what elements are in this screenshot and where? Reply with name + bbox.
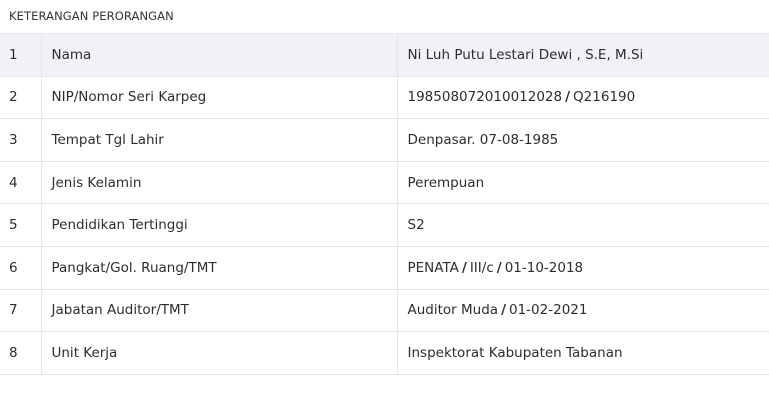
row-label: NIP/Nomor Seri Karpeg (41, 75, 398, 120)
row-number: 8 (0, 331, 42, 375)
row-number: 5 (0, 203, 42, 247)
row-value: Ni Luh Putu Lestari Dewi , S.E, M.Si (397, 33, 769, 77)
table-row: 6 Pangkat/Gol. Ruang/TMT PENATA / III/c/01… (0, 245, 769, 290)
value-part: Inspektorat Kabupaten Tabanan (407, 344, 623, 361)
row-value: PENATA / III/c/01-10-2018 (397, 245, 769, 290)
value-separator: / (496, 259, 502, 276)
row-value: Perempuan (397, 160, 769, 205)
row-value: Auditor Muda/01-02-2021 (397, 288, 769, 333)
value-separator: / (461, 259, 467, 276)
row-number: 1 (0, 33, 42, 77)
row-value: Denpasar. 07-08-1985 (397, 118, 769, 162)
value-part: III/c (469, 259, 494, 276)
table-row: 1 Nama Ni Luh Putu Lestari Dewi , S.E, M… (0, 33, 769, 77)
value-separator: / (565, 89, 571, 106)
value-part: Ni Luh Putu Lestari Dewi , S.E, M.Si (407, 46, 644, 63)
row-label: Nama (41, 33, 398, 77)
row-label: Jenis Kelamin (41, 160, 398, 205)
row-number: 6 (0, 245, 42, 290)
value-part: PENATA (407, 259, 459, 276)
row-value: Inspektorat Kabupaten Tabanan (397, 331, 769, 375)
value-part: S2 (407, 217, 425, 234)
value-separator: / (501, 302, 506, 319)
value-part: 01-02-2021 (509, 302, 588, 319)
row-label: Tempat Tgl Lahir (41, 118, 398, 162)
value-part: Auditor Muda (407, 302, 499, 319)
row-value: S2 (397, 203, 769, 247)
row-label: Unit Kerja (41, 331, 398, 375)
table-row: 5 Pendidikan Tertinggi S2 (0, 203, 769, 247)
row-value: 198508072010012028/Q216190 (397, 75, 769, 120)
row-number: 7 (0, 288, 42, 333)
value-part: 198508072010012028 (407, 89, 563, 106)
row-number: 4 (0, 160, 42, 205)
personal-info-table: 1 Nama Ni Luh Putu Lestari Dewi , S.E, M… (0, 33, 769, 375)
value-part: Denpasar. 07-08-1985 (407, 131, 559, 148)
value-part: 01-10-2018 (504, 259, 584, 276)
value-part: Perempuan (407, 174, 485, 191)
row-label: Jabatan Auditor/TMT (41, 288, 398, 333)
table-row: 8 Unit Kerja Inspektorat Kabupaten Taban… (0, 331, 769, 375)
value-part: Q216190 (573, 89, 636, 106)
row-label: Pendidikan Tertinggi (41, 203, 398, 247)
section-title: KETERANGAN PERORANGAN (9, 9, 174, 23)
table-row: 3 Tempat Tgl Lahir Denpasar. 07-08-1985 (0, 118, 769, 162)
row-number: 2 (0, 75, 42, 120)
table-row: 2 NIP/Nomor Seri Karpeg 1985080720100120… (0, 75, 769, 120)
row-number: 3 (0, 118, 42, 162)
table-row: 4 Jenis Kelamin Perempuan (0, 160, 769, 205)
row-label: Pangkat/Gol. Ruang/TMT (41, 245, 398, 290)
table-row: 7 Jabatan Auditor/TMT Auditor Muda/01-02… (0, 288, 769, 333)
